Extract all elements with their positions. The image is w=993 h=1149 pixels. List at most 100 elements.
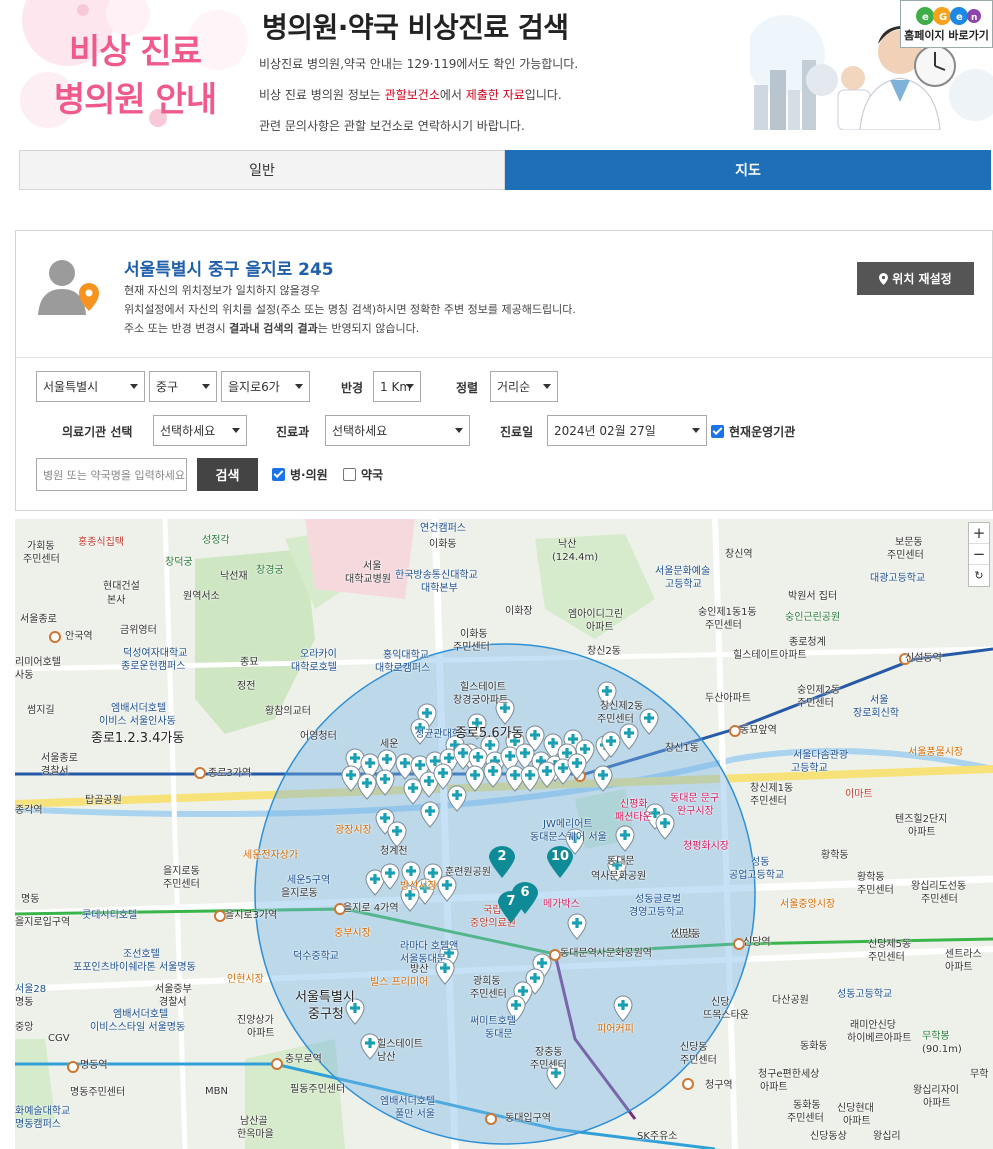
open-now-checkbox[interactable]: 현재운영기관 [711, 423, 795, 440]
map-label: 완구시장 [677, 806, 714, 817]
desc-line-3: 관련 문의사항은 관할 보건소로 연락하시기 바랍니다. [259, 119, 525, 133]
dept-select[interactable]: 선택하세요 [325, 415, 470, 446]
map-label: 롯데시티호텔 [82, 910, 138, 921]
map-label: 신당제5동 [868, 939, 912, 950]
map-label: 풀만 서울 [395, 1109, 435, 1120]
map-label: 동대문 [607, 856, 635, 867]
map-label: 조선호텔 [123, 949, 160, 960]
location-note-2: 위치설정에서 자신의 위치를 설정(주소 또는 명칭 검색)하시면 정확한 주변… [124, 303, 576, 316]
map-label: 성동글로벌 [635, 894, 681, 905]
hospital-check-icon [272, 468, 285, 481]
map-label: 화예술대학교 [15, 1106, 71, 1117]
map-label: 이마트 [845, 789, 873, 800]
map-label: 방산시장 [400, 881, 437, 892]
map-label: 종묘 [240, 657, 259, 668]
svg-text:G: G [939, 12, 947, 23]
radius-select[interactable]: 1 Km [373, 371, 421, 402]
map-label: 종각역 [15, 805, 43, 816]
search-button[interactable]: 검색 [197, 458, 258, 491]
map-label: 엠배서더호텔 [113, 1009, 169, 1020]
sort-select[interactable]: 거리순 [490, 371, 558, 402]
cluster-marker-2[interactable]: 2 [489, 846, 515, 878]
map-label: JW메리어트 [543, 819, 593, 830]
map-label: 대광고등학교 [870, 573, 926, 584]
hero-line-2: 병의원 안내 [53, 80, 217, 120]
map-label: 센트라스 [945, 949, 982, 960]
map-label: 래미안신당 [850, 1020, 896, 1031]
map-label: 동묘앞역 [740, 725, 777, 736]
map-label: 동화동 [800, 1041, 828, 1052]
reset-location-button[interactable]: 위치 재설정 [857, 262, 974, 295]
pharmacy-label: 약국 [361, 468, 384, 482]
map-label: 낙산 [558, 539, 577, 550]
map-label: 종로운현캠퍼스 [121, 661, 186, 672]
date-label: 진료일 [500, 425, 534, 439]
map-label: 숭인제2동 [797, 685, 841, 696]
search-input[interactable]: 병원 또는 약국명을 입력하세요 [36, 458, 187, 491]
map-label: 사동 [15, 670, 34, 681]
map-label: 주민센터 [597, 714, 634, 725]
map-label: 명동 [15, 997, 34, 1008]
district-select[interactable]: 중구 [149, 371, 217, 402]
map-label: 중구청 [308, 1007, 344, 1022]
dept-label: 진료과 [276, 425, 310, 439]
zoom-out-button[interactable]: − [969, 544, 989, 565]
map-label: 신당역 [743, 937, 771, 948]
map-label: 서울종로 [20, 614, 57, 625]
map-label: 대학로호텔 [291, 662, 337, 673]
tab-general[interactable]: 일반 [19, 150, 505, 190]
map-label: 동대문역사문화공원역 [560, 948, 652, 959]
map-label: 필동주민센터 [290, 1084, 346, 1095]
page-header: 비상 진료 병의원 안내 병의원·약국 비상진료 검색 비상진료 병의원,약국 … [0, 0, 993, 140]
map-label: 동대입구역 [505, 1113, 551, 1124]
map-label: 빌스 프리미어 [370, 977, 429, 988]
date-select[interactable]: 2024년 02월 27일 [547, 415, 707, 446]
map-label: 동대문 문구 [670, 793, 720, 804]
map-label: 이비스 서울인사동 [99, 716, 176, 727]
cluster-count: 10 [550, 849, 570, 864]
map-label: 어영청터 [300, 731, 337, 742]
homepage-button[interactable]: e G e n 홈페이지 바로가기 [900, 0, 993, 48]
map-label: 을지로입구역 [15, 917, 71, 928]
cluster-marker-7[interactable]: 7 [498, 891, 524, 923]
map-label: 성동고등학교 [837, 989, 893, 1000]
map-label: 서울특별시 [295, 990, 355, 1005]
map-label: 엠배서더호텔 [111, 703, 167, 714]
map-label: 창경궁 [256, 565, 284, 576]
map-label: 광희동 [473, 976, 501, 987]
map-reset-button[interactable]: ↻ [969, 565, 989, 586]
map-label: 엠배서더호텔 [380, 1096, 436, 1107]
dong-select[interactable]: 을지로6가 [221, 371, 310, 402]
map-label: 홍익대학교 [383, 650, 429, 661]
map-label: 인현시장 [227, 974, 264, 985]
map-label: 성정각 [202, 535, 230, 546]
hospital-checkbox[interactable]: 병·의원 [272, 466, 328, 483]
location-note-3: 주소 또는 반경 변경시 결과내 검색의 결과는 반영되지 않습니다. [124, 320, 419, 336]
map-label: 창신2동 [587, 646, 621, 657]
map-label: 경찰서 [159, 997, 187, 1008]
map-label: 서울문화예술 [655, 566, 711, 577]
map-label: (90.1m) [922, 1044, 962, 1055]
org-type-select[interactable]: 선택하세요 [153, 415, 247, 446]
zoom-in-button[interactable]: + [969, 523, 989, 544]
map-label: 신평화 [620, 799, 648, 810]
map-label: 서울종로 [41, 753, 78, 764]
cluster-marker-10[interactable]: 10 [547, 846, 573, 878]
map-label: 안국역 [65, 631, 93, 642]
pharmacy-checkbox[interactable]: 약국 [343, 466, 383, 483]
map-label: 힐스테이트 [377, 1039, 423, 1050]
map-label: 명동 [21, 894, 40, 905]
city-select[interactable]: 서울특별시 [36, 371, 145, 402]
map-label: 텐즈힐2단지 [895, 814, 948, 825]
map-label: 서울풍물시장 [908, 747, 964, 758]
map-label: 본사 [107, 595, 126, 606]
map-view[interactable]: 가회동 주민센터 홍종식집택 창덕궁 성정각 낙선재 창경궁 현대건설 본사 원… [15, 519, 993, 1149]
hero-title: 비상 진료 병의원 안내 [30, 28, 240, 124]
map-label: 주민센터 [163, 879, 200, 890]
desc2-red-1: 관할보건소 [384, 88, 440, 102]
map-label: 공업고등학교 [729, 870, 785, 881]
svg-text:e: e [956, 12, 963, 23]
location-note-1: 현재 자신의 위치정보가 일치하지 않을경우 [124, 284, 321, 297]
tab-map[interactable]: 지도 [505, 150, 991, 190]
map-label: 신당동 [680, 1042, 708, 1053]
